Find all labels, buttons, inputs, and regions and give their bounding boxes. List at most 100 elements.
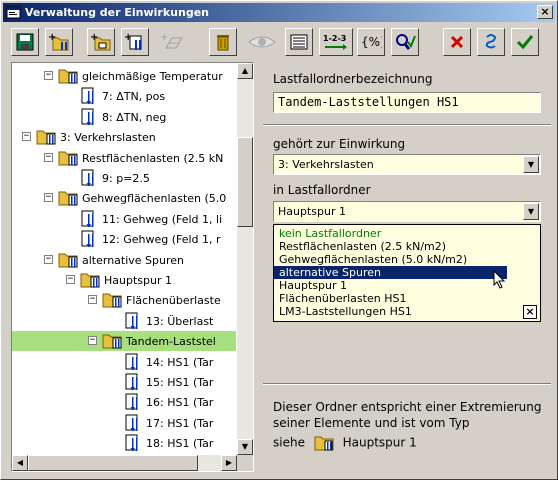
main-window: Verwaltung der Einwirkungen × + + + + 1-… <box>0 0 558 480</box>
svg-text:+: + <box>160 32 168 43</box>
search-button[interactable] <box>391 28 419 56</box>
formula-button[interactable]: {%} <box>357 28 385 56</box>
parent-folder-dropdown[interactable]: kein Lastfallordner Restflächenlasten (2… <box>273 224 541 322</box>
tree-item-row[interactable]: 9: p=2.5 <box>12 168 236 188</box>
new-subfolder-icon: + <box>90 32 111 51</box>
tree-item-row[interactable]: 15: HS1 (Tar <box>12 372 236 392</box>
tree-folder-row[interactable]: − Tandem-Laststel <box>12 331 236 351</box>
structure-button[interactable]: + <box>157 28 187 56</box>
action-select[interactable]: 3: Verkehrslasten ▼ <box>273 154 541 175</box>
dropdown-option[interactable]: Hauptspur 1 <box>274 279 507 292</box>
load-case-icon <box>124 312 144 333</box>
dropdown-option[interactable]: Gehwegflächenlasten (5.0 kN/m2) <box>274 253 507 266</box>
numbering-button[interactable]: 1-2-3 <box>319 28 353 56</box>
scroll-thumb[interactable] <box>237 137 253 227</box>
tree-label: Tandem-Laststel <box>126 335 216 348</box>
help-button[interactable] <box>477 28 505 56</box>
folder-icon <box>36 128 60 149</box>
dropdown-close-button[interactable]: × <box>523 305 537 319</box>
save-icon <box>16 33 34 51</box>
cancel-button[interactable] <box>443 28 471 56</box>
tree-folder-row[interactable]: − Gehwegflächenlasten (5.0 <box>12 188 236 208</box>
dropdown-option[interactable]: Flächenüberlasten HS1 <box>274 292 507 305</box>
tree-item-row[interactable]: 7: ΔTN, pos <box>12 86 236 106</box>
folder-name-field[interactable]: Tandem-Laststellungen HS1 <box>273 92 541 113</box>
tree-folder-row[interactable]: − gleichmäßige Temperatur <box>12 66 236 86</box>
folder-icon <box>58 189 82 210</box>
ok-check-icon <box>516 35 534 50</box>
tree-horizontal-scrollbar[interactable]: ◀ ▶ <box>12 455 253 471</box>
title-bar[interactable]: Verwaltung der Einwirkungen × <box>3 3 555 22</box>
folder-label: in Lastfallordner <box>273 183 371 197</box>
tree-label: gleichmäßige Temperatur <box>82 70 223 83</box>
collapse-toggle-icon[interactable]: − <box>88 336 97 345</box>
toolbar: + + + + 1-2-3 {% <box>11 28 551 58</box>
tree-item-row[interactable]: 8: ΔTN, neg <box>12 107 236 127</box>
tree-folder-row[interactable]: − alternative Spuren <box>12 250 236 270</box>
folder-icon <box>58 149 82 170</box>
collapse-toggle-icon[interactable]: − <box>88 295 97 304</box>
new-folder-icon: + <box>48 32 69 51</box>
new-subfolder-button[interactable]: + <box>87 28 115 56</box>
scroll-right-button[interactable]: ▶ <box>221 455 237 471</box>
scroll-left-button[interactable]: ◀ <box>12 455 28 471</box>
new-folder-button[interactable]: + <box>45 28 73 56</box>
collapse-toggle-icon[interactable]: − <box>44 255 53 264</box>
load-case-tree[interactable]: − gleichmäßige Temperatur 7: ΔTN, pos 8: ΔT… <box>11 62 254 472</box>
scroll-up-button[interactable]: ▲ <box>237 63 253 79</box>
tree-item-row[interactable]: 18: HS1 (Tar <box>12 433 236 453</box>
tree-folder-row[interactable]: − 3: Verkehrslasten <box>12 127 236 147</box>
window-close-button[interactable]: × <box>537 5 553 19</box>
dropdown-option[interactable]: kein Lastfallordner <box>274 227 507 240</box>
collapse-toggle-icon[interactable]: − <box>44 71 53 80</box>
load-case-icon <box>124 353 144 374</box>
tree-label: 12: Gehweg (Feld 1, r <box>102 233 221 246</box>
view-button[interactable] <box>247 28 277 56</box>
hscroll-thumb[interactable] <box>28 455 198 471</box>
chevron-down-icon[interactable]: ▼ <box>523 156 539 173</box>
parent-folder-select[interactable]: Hauptspur 1 ▼ <box>273 201 541 222</box>
tree-label: 14: HS1 (Tar <box>146 356 214 369</box>
load-case-icon <box>80 108 100 129</box>
tree-folder-row[interactable]: − Flächenüberlaste <box>12 290 236 310</box>
tree-item-row[interactable]: 16: HS1 (Tar <box>12 392 236 412</box>
tree-item-row[interactable]: 11: Gehweg (Feld 1, li <box>12 209 236 229</box>
tree-vertical-scrollbar[interactable]: ▲ ▼ <box>237 63 253 455</box>
dropdown-option[interactable]: Restflächenlasten (2.5 kN/m2) <box>274 240 507 253</box>
cancel-x-icon <box>450 35 464 49</box>
ok-button[interactable] <box>511 28 539 56</box>
load-case-icon <box>124 414 144 435</box>
tree-folder-row[interactable]: − Restflächenlasten (2.5 kN <box>12 148 236 168</box>
belongs-label: gehört zur Einwirkung <box>273 137 406 151</box>
tree-label: 3: Verkehrslasten <box>60 131 156 144</box>
scroll-down-button[interactable]: ▼ <box>237 439 253 455</box>
dropdown-option-highlighted[interactable]: alternative Spuren <box>274 266 507 279</box>
tree-label: 13: Überlast <box>146 315 214 328</box>
dropdown-option[interactable]: LM3-Laststellungen HS1 <box>274 305 507 318</box>
chevron-down-icon[interactable]: ▼ <box>523 203 539 220</box>
properties-panel: Lastfallordnerbezeichnung Tandem-Lastste… <box>263 61 551 473</box>
tree-label: Flächenüberlaste <box>126 294 221 307</box>
collapse-toggle-icon[interactable]: − <box>66 275 75 284</box>
tree-label: Restflächenlasten (2.5 kN <box>82 152 224 165</box>
tree-label: 7: ΔTN, pos <box>102 90 166 103</box>
window-title: Verwaltung der Einwirkungen <box>25 6 209 19</box>
save-button[interactable] <box>11 28 39 56</box>
collapse-toggle-icon[interactable]: − <box>44 153 53 162</box>
load-case-icon <box>80 87 100 108</box>
tree-item-row[interactable]: 14: HS1 (Tar <box>12 352 236 372</box>
tree-item-row[interactable]: 12: Gehweg (Feld 1, r <box>12 229 236 249</box>
tree-folder-row[interactable]: − Hauptspur 1 <box>12 270 236 290</box>
tree-label: 16: HS1 (Tar <box>146 396 214 409</box>
delete-button[interactable] <box>209 28 237 56</box>
tree-item-row[interactable]: 17: HS1 (Tar <box>12 413 236 433</box>
list-view-icon <box>290 34 308 50</box>
list-view-button[interactable] <box>285 28 313 56</box>
new-item-button[interactable]: + <box>121 28 149 56</box>
folder-icon <box>102 332 126 353</box>
tree-item-row[interactable]: 13: Überlast <box>12 311 236 331</box>
collapse-toggle-icon[interactable]: − <box>22 132 31 141</box>
collapse-toggle-icon[interactable]: − <box>44 193 53 202</box>
formula-icon: {%} <box>361 35 382 49</box>
mouse-cursor-icon <box>493 270 506 289</box>
